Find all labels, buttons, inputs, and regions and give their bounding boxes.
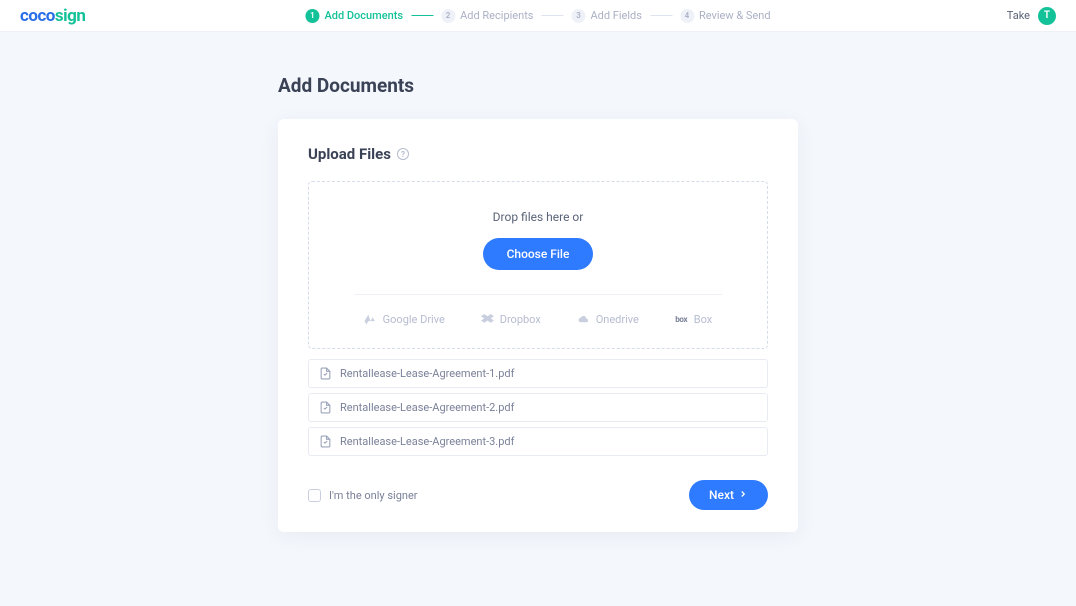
box-icon: box (675, 313, 688, 326)
help-icon[interactable]: ? (397, 148, 409, 160)
provider-google-drive[interactable]: Google Drive (364, 313, 445, 326)
step-connector (650, 15, 672, 16)
uploaded-files: Rentallease-Lease-Agreement-1.pdf Rental… (308, 359, 768, 456)
step-connector (541, 15, 563, 16)
step-connector (411, 15, 433, 17)
document-icon (319, 401, 332, 414)
provider-label: Dropbox (500, 313, 541, 326)
step-add-documents[interactable]: 1 Add Documents (305, 9, 403, 23)
step-number: 2 (441, 9, 455, 23)
only-signer-checkbox[interactable]: I'm the only signer (308, 489, 418, 502)
step-number: 3 (571, 9, 585, 23)
section-title: Upload Files ? (308, 145, 768, 163)
provider-box[interactable]: box Box (675, 313, 712, 326)
dropzone[interactable]: Drop files here or Choose File Google Dr… (308, 181, 768, 349)
drop-text: Drop files here or (493, 210, 584, 224)
document-icon (319, 367, 332, 380)
provider-label: Google Drive (383, 313, 445, 326)
stepper: 1 Add Documents 2 Add Recipients 3 Add F… (305, 9, 770, 23)
page-title: Add Documents (278, 74, 798, 97)
google-drive-icon (364, 313, 377, 326)
chevron-right-icon (738, 488, 748, 502)
top-bar: cocosign 1 Add Documents 2 Add Recipient… (0, 0, 1076, 32)
main-content: Add Documents Upload Files ? Drop files … (0, 32, 1076, 532)
logo-part-1: coco (20, 6, 55, 26)
next-button[interactable]: Next (689, 480, 768, 510)
dropbox-icon (481, 313, 494, 326)
file-item[interactable]: Rentallease-Lease-Agreement-1.pdf (308, 359, 768, 388)
choose-file-button[interactable]: Choose File (483, 238, 594, 270)
file-name: Rentallease-Lease-Agreement-3.pdf (340, 435, 514, 448)
file-item[interactable]: Rentallease-Lease-Agreement-2.pdf (308, 393, 768, 422)
file-name: Rentallease-Lease-Agreement-2.pdf (340, 401, 514, 414)
step-review-send[interactable]: 4 Review & Send (680, 9, 771, 23)
provider-label: Box (694, 313, 712, 326)
step-label: Add Fields (590, 9, 641, 22)
provider-dropbox[interactable]: Dropbox (481, 313, 541, 326)
step-number: 4 (680, 9, 694, 23)
file-name: Rentallease-Lease-Agreement-1.pdf (340, 367, 514, 380)
provider-onedrive[interactable]: Onedrive (577, 313, 639, 326)
step-label: Review & Send (699, 9, 771, 22)
user-name: Take (1007, 9, 1030, 22)
step-add-recipients[interactable]: 2 Add Recipients (441, 9, 533, 23)
only-signer-label: I'm the only signer (329, 489, 418, 502)
cloud-providers: Google Drive Dropbox Onedrive box Bo (346, 313, 731, 326)
card-footer: I'm the only signer Next (308, 480, 768, 510)
onedrive-icon (577, 313, 590, 326)
step-add-fields[interactable]: 3 Add Fields (571, 9, 641, 23)
file-item[interactable]: Rentallease-Lease-Agreement-3.pdf (308, 427, 768, 456)
step-label: Add Documents (324, 9, 403, 22)
provider-label: Onedrive (596, 313, 639, 326)
divider (354, 294, 722, 295)
document-icon (319, 435, 332, 448)
brand-logo[interactable]: cocosign (20, 6, 85, 26)
logo-part-2: sign (55, 6, 85, 26)
step-number: 1 (305, 9, 319, 23)
section-title-text: Upload Files (308, 145, 391, 163)
upload-card: Upload Files ? Drop files here or Choose… (278, 119, 798, 532)
next-label: Next (709, 488, 734, 502)
checkbox-box (308, 489, 321, 502)
avatar: T (1038, 7, 1056, 25)
user-menu[interactable]: Take T (1007, 7, 1056, 25)
step-label: Add Recipients (460, 9, 533, 22)
